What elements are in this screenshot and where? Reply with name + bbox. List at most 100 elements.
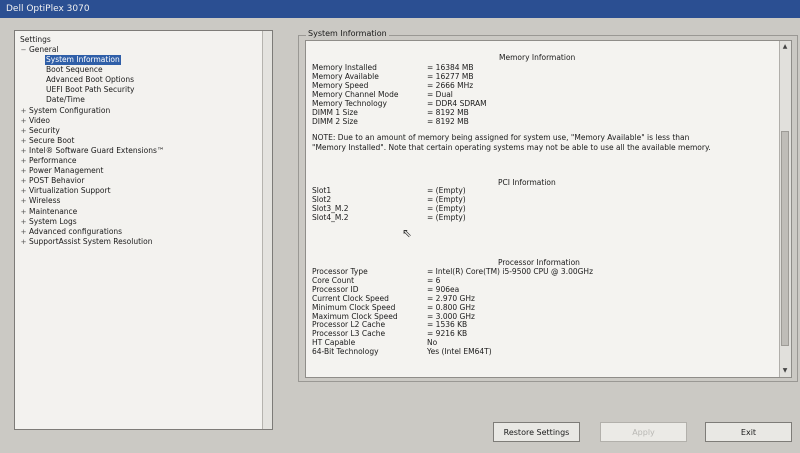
info-value: = DDR4 SDRAM — [427, 99, 487, 108]
settings-tree-panel: Settings − General System Information Boot … — [14, 30, 273, 430]
expand-icon[interactable]: + — [19, 207, 28, 217]
info-key: Processor L3 Cache — [312, 329, 386, 339]
tree-item-performance[interactable]: + Performance — [19, 156, 259, 166]
tree-item-video[interactable]: + Video — [19, 116, 259, 126]
info-key: Slot2 — [312, 195, 332, 204]
tree-item-maintenance[interactable]: + Maintenance — [19, 207, 259, 217]
info-value: = 906ea — [427, 284, 460, 294]
tree-item-label: Virtualization Support — [29, 186, 111, 196]
info-row: Minimum Clock Speed = 0.800 GHz — [312, 303, 732, 312]
tree-item-label: Power Management — [29, 166, 104, 176]
info-row: Current Clock Speed = 2.970 GHz — [312, 294, 732, 303]
scroll-up-icon[interactable]: ▲ — [780, 42, 790, 52]
tree-item-virtualization-support[interactable]: + Virtualization Support — [19, 186, 259, 196]
expand-icon[interactable]: + — [19, 106, 28, 116]
info-key: Slot1 — [312, 186, 332, 195]
info-scrollbar[interactable]: ▲ ▼ — [779, 41, 791, 377]
tree-root-label: Settings — [20, 35, 51, 44]
info-row: Memory Speed = 2666 MHz — [312, 81, 732, 90]
tree-item-security[interactable]: + Security — [19, 126, 259, 136]
info-value: = 0.800 GHz — [427, 302, 475, 312]
info-key: Memory Available — [312, 72, 379, 81]
info-key: Memory Technology — [312, 99, 387, 108]
mouse-pointer-icon: ⇖ — [402, 226, 413, 240]
tree-item-system-information[interactable]: System Information — [19, 55, 259, 66]
info-key: Maximum Clock Speed — [312, 311, 398, 321]
tree-item-label: System Configuration — [29, 105, 111, 115]
tree-item-system-configuration[interactable]: + System Configuration — [19, 106, 259, 116]
tree-item-wireless[interactable]: + Wireless — [19, 196, 259, 206]
info-value: = Intel(R) Core(TM) i5-9500 CPU @ 3.00GH… — [427, 267, 594, 276]
tree-item-uefi-boot-path-security[interactable]: UEFI Boot Path Security — [19, 85, 259, 95]
info-key: Minimum Clock Speed — [312, 302, 396, 312]
apply-button[interactable]: Apply — [600, 422, 687, 442]
info-key: Current Clock Speed — [312, 293, 389, 303]
window-title: Dell OptiPlex 3070 — [0, 0, 800, 18]
tree-item-power-management[interactable]: + Power Management — [19, 166, 259, 176]
tree-item-post-behavior[interactable]: + POST Behavior — [19, 176, 259, 186]
expand-icon[interactable]: + — [19, 126, 28, 136]
tree-item-system-logs[interactable]: + System Logs — [19, 217, 259, 227]
tree-item-label: SupportAssist System Resolution — [29, 236, 153, 246]
expand-icon[interactable]: + — [19, 217, 28, 227]
tree-item-intel-software-guard-extensions[interactable]: + Intel® Software Guard Extensions™ — [19, 146, 259, 156]
info-key: Memory Channel Mode — [312, 90, 399, 99]
info-value: = (Empty) — [427, 204, 466, 213]
tree-item-advanced-configurations[interactable]: + Advanced configurations — [19, 227, 259, 237]
tree-item-date-time[interactable]: Date/Time — [19, 95, 259, 105]
info-key: DIMM 2 Size — [312, 117, 358, 126]
tree-item-general[interactable]: − General — [19, 45, 259, 55]
tree-item-supportassist-system-resolution[interactable]: + SupportAssist System Resolution — [19, 237, 259, 247]
exit-button[interactable]: Exit — [705, 422, 792, 442]
expand-icon[interactable]: + — [19, 186, 28, 196]
tree-item-label: Secure Boot — [29, 135, 75, 145]
expand-icon[interactable]: + — [19, 176, 28, 186]
tree-item-advanced-boot-options[interactable]: Advanced Boot Options — [19, 75, 259, 85]
tree-item-label: General — [29, 45, 59, 54]
tree-item-label: Performance — [29, 156, 77, 166]
expand-icon[interactable]: + — [19, 237, 28, 247]
tree-item-secure-boot[interactable]: + Secure Boot — [19, 136, 259, 146]
info-key: Core Count — [312, 275, 355, 285]
info-row: Processor ID = 906ea — [312, 285, 732, 294]
tree-item-label: Security — [29, 125, 60, 135]
memory-note: NOTE: Due to an amount of memory being a… — [312, 133, 711, 152]
expand-icon[interactable]: + — [19, 156, 28, 166]
info-row: Memory Channel Mode = Dual — [312, 90, 732, 99]
expand-icon[interactable]: + — [19, 227, 28, 237]
tree-item-boot-sequence[interactable]: Boot Sequence — [19, 65, 259, 75]
info-value: = 8192 MB — [427, 108, 469, 117]
info-row: Processor L2 Cache = 1536 KB — [312, 320, 732, 329]
info-key: 64-Bit Technology — [312, 347, 379, 357]
info-value: No — [427, 338, 438, 348]
collapse-icon[interactable]: − — [19, 45, 28, 55]
info-value: = 6 — [427, 275, 441, 285]
info-row: Memory Available = 16277 MB — [312, 72, 732, 81]
scrollbar-thumb[interactable] — [781, 131, 789, 346]
expand-icon[interactable]: + — [19, 146, 28, 156]
info-value: = (Empty) — [427, 195, 466, 204]
info-value: = 9216 KB — [427, 329, 468, 339]
info-row: Slot3_M.2 = (Empty) — [312, 204, 732, 213]
scroll-down-icon[interactable]: ▼ — [780, 366, 790, 376]
info-key: DIMM 1 Size — [312, 108, 358, 117]
info-value: = 16384 MB — [427, 63, 474, 72]
tree-item-label: Advanced Boot Options — [46, 75, 135, 85]
expand-icon[interactable]: + — [19, 136, 28, 146]
expand-icon[interactable]: + — [19, 116, 28, 126]
info-row: Maximum Clock Speed = 3.000 GHz — [312, 312, 732, 321]
tree-scrollbar[interactable] — [262, 31, 272, 429]
info-row: Memory Installed = 16384 MB — [312, 63, 732, 72]
expand-icon[interactable]: + — [19, 166, 28, 176]
info-value: = 2666 MHz — [427, 81, 474, 90]
tree-item-label: Video — [29, 115, 51, 125]
info-key: HT Capable — [312, 338, 356, 348]
info-value: Yes (Intel EM64T) — [427, 347, 492, 357]
info-value: = 8192 MB — [427, 117, 469, 126]
expand-icon[interactable]: + — [19, 196, 28, 206]
info-key: Slot3_M.2 — [312, 204, 349, 213]
info-key: Memory Speed — [312, 81, 369, 90]
info-value: = Dual — [427, 90, 453, 99]
info-value: = (Empty) — [427, 213, 466, 222]
restore-settings-button[interactable]: Restore Settings — [493, 422, 580, 442]
